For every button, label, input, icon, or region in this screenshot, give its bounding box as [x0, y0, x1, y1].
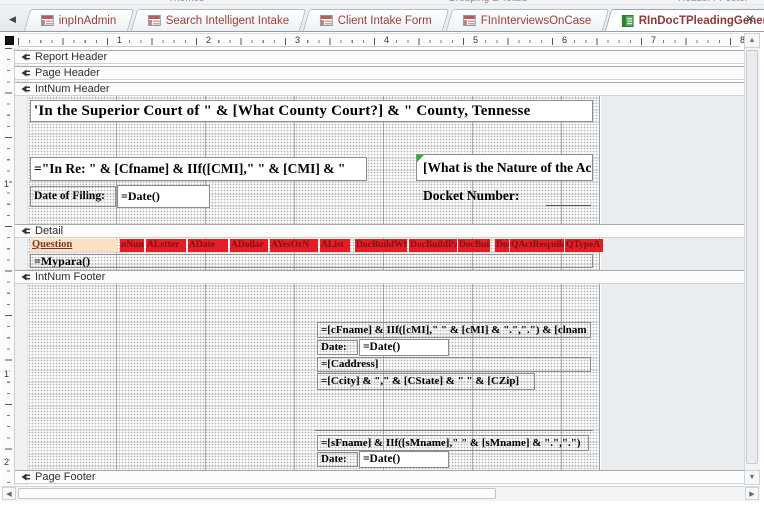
section-arrow-icon: [20, 272, 30, 282]
field-chip[interactable]: DocBuild: [458, 239, 490, 252]
signature-divider-line: [315, 430, 593, 431]
field-chip[interactable]: uild: [550, 239, 564, 252]
field-chip[interactable]: nNum: [120, 239, 144, 252]
field-chip[interactable]: QActResp: [510, 239, 550, 252]
scroll-right-icon[interactable]: ▶: [745, 487, 759, 500]
ruler-half-ticks: [18, 38, 740, 45]
vertical-scrollbar-thumb[interactable]: [746, 50, 758, 464]
tab-client-intake-form[interactable]: Client Intake Form: [303, 9, 449, 31]
report-icon: [622, 15, 634, 27]
section-label: Page Header: [35, 67, 100, 79]
section-label: Report Header: [35, 51, 107, 63]
date-label-1[interactable]: Date:: [317, 340, 358, 355]
ruler-number: 6: [560, 35, 569, 45]
field-chip[interactable]: ALetter: [146, 239, 186, 252]
section-arrow-icon: [20, 52, 30, 62]
section-arrow-icon: [20, 68, 30, 78]
section-bar-detail[interactable]: Detail: [15, 224, 744, 238]
ruler-number: 4: [382, 35, 391, 45]
scroll-up-icon[interactable]: ▲: [744, 33, 760, 48]
title-textbox[interactable]: 'In the Superior Court of " & [What Coun…: [30, 100, 593, 122]
field-chip[interactable]: ADate: [188, 239, 228, 252]
error-indicator-triangle: [417, 155, 424, 162]
out-of-report-area: [601, 284, 744, 470]
field-chip[interactable]: AYesOrN: [270, 239, 318, 252]
section-arrow-icon: [20, 84, 30, 94]
section-arrow-icon: [20, 472, 30, 482]
tab-inpinadmin[interactable]: inpInAdmin: [24, 9, 134, 31]
question-label[interactable]: Question: [30, 239, 118, 252]
client-name-textbox[interactable]: =[cFname] & IIf([cMI]," " & [cMI] & ".",…: [317, 322, 591, 338]
address-textbox[interactable]: =[Caddress]: [317, 357, 591, 372]
tab-label: FInInterviewsOnCase: [481, 15, 592, 27]
tab-search-intelligent-intake[interactable]: Search Intelligent Intake: [130, 9, 306, 31]
date-value-1[interactable]: =Date(): [359, 339, 449, 356]
section-bar-intnum-footer[interactable]: IntNum Footer: [15, 270, 744, 284]
nature-text: [What is the Nature of the Ac: [423, 160, 591, 175]
close-icon[interactable]: ✕: [743, 12, 757, 26]
section-arrow-icon: [20, 226, 30, 236]
ruler-number: 2: [4, 457, 9, 467]
mypara-textbox[interactable]: =Mypara(): [30, 254, 593, 268]
ribbon-group-themes: Themes: [168, 0, 204, 4]
date-of-filing-label[interactable]: Date of Filing:: [30, 186, 116, 207]
ribbon-group-grouping: Grouping & Totals: [448, 0, 527, 4]
horizontal-ruler[interactable]: 12345678: [18, 33, 740, 47]
date-label-2[interactable]: Date:: [317, 452, 358, 467]
field-chip[interactable]: QTypeA: [565, 239, 603, 252]
vertical-ruler[interactable]: 1 1 2: [2, 48, 15, 485]
date-of-filing-value[interactable]: =Date(): [117, 185, 210, 208]
tab-rindoctpleadinggeneric-active[interactable]: RInDocTPleadingGeneric: [605, 9, 764, 31]
field-chip[interactable]: AList: [320, 239, 350, 252]
nature-of-action-textbox[interactable]: [What is the Nature of the Ac: [416, 154, 593, 181]
ruler-number: 5: [471, 35, 480, 45]
section-bar-report-header[interactable]: Report Header: [15, 50, 744, 64]
field-chip[interactable]: ADollar: [230, 239, 268, 252]
object-tabs: inpInAdmin Search Intelligent Intake Cli…: [27, 8, 764, 31]
section-bar-page-footer[interactable]: Page Footer: [15, 470, 744, 484]
out-of-report-area: [601, 96, 744, 224]
back-arrow-icon[interactable]: ◀: [4, 11, 21, 28]
section-label: Page Footer: [35, 471, 96, 483]
horizontal-scrollbar-thumb[interactable]: [18, 488, 496, 499]
ruler-number: 1: [4, 369, 9, 379]
docket-number-label[interactable]: Docket Number:: [420, 186, 544, 208]
form-icon: [41, 15, 54, 26]
tab-label: Search Intelligent Intake: [165, 15, 288, 27]
section-label: Detail: [35, 225, 63, 237]
section-bar-page-header[interactable]: Page Header: [15, 66, 744, 80]
spouse-name-textbox[interactable]: =[sFname] & IIf([sMname]," " & [sMname] …: [317, 435, 589, 451]
section-label: IntNum Footer: [35, 271, 105, 283]
ruler-number: 1: [4, 179, 9, 189]
ruler-number: 1: [115, 35, 124, 45]
object-tab-bar: ◀ inpInAdmin Search Intelligent Intake C…: [0, 5, 764, 32]
date-value-2[interactable]: =Date(): [359, 451, 449, 468]
field-chip[interactable]: DocBuildWh: [355, 239, 407, 252]
access-report-design-window: Themes Grouping & Totals Header / Footer…: [0, 0, 764, 506]
form-icon: [147, 15, 160, 26]
ribbon-group-header-footer: Header / Footer: [678, 0, 748, 4]
ruler-half-ticks: [5, 48, 12, 485]
ruler-number: 7: [649, 35, 658, 45]
field-chip[interactable]: Doc: [495, 239, 509, 252]
scroll-left-icon[interactable]: ◀: [2, 487, 16, 500]
city-state-zip-textbox[interactable]: =[Ccity] & "," & [CState] & " " & [CZip]: [317, 373, 535, 390]
section-label: IntNum Header: [35, 83, 110, 95]
form-icon: [320, 15, 333, 26]
out-of-report-area: [601, 238, 744, 270]
in-re-textbox[interactable]: ="In Re: " & [Cfname] & IIf([CMI]," " & …: [30, 157, 367, 181]
detail-field-row: nNum ALetter ADate ADollar AYesOrN AList…: [120, 239, 603, 252]
section-bar-intnum-header[interactable]: IntNum Header: [15, 82, 744, 96]
docket-underline: [546, 205, 591, 206]
form-icon: [463, 15, 476, 26]
tab-label: Client Intake Form: [338, 15, 432, 27]
ruler-number: 2: [204, 35, 213, 45]
section-selector-strip[interactable]: [15, 48, 28, 485]
report-selector-square[interactable]: [5, 36, 14, 45]
tab-fininterviewsoncase[interactable]: FInInterviewsOnCase: [446, 9, 609, 31]
tab-label: inpInAdmin: [59, 15, 117, 27]
field-chip[interactable]: DocBuildPa: [409, 239, 457, 252]
ruler-number: 3: [293, 35, 302, 45]
scroll-down-icon[interactable]: ▼: [744, 470, 760, 485]
